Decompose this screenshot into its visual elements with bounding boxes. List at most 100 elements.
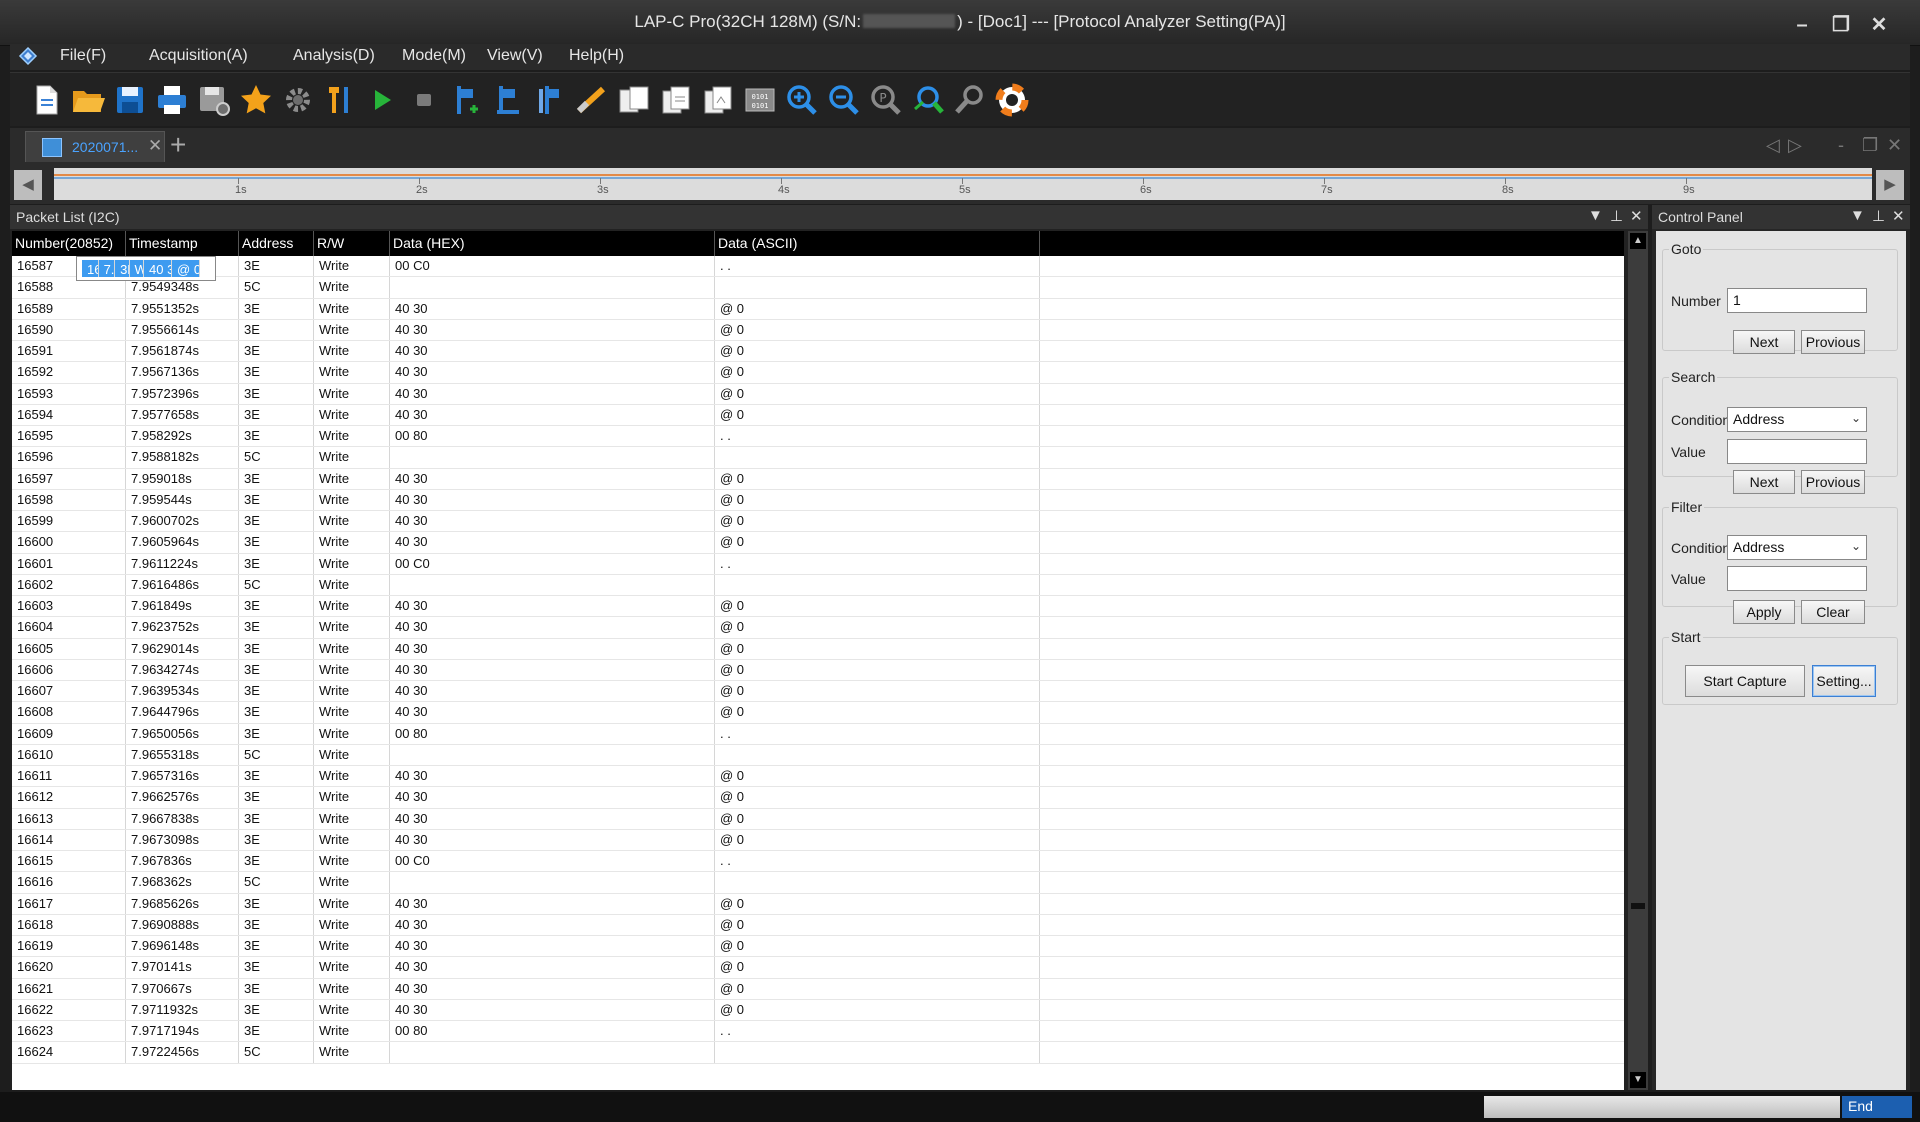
timeline-right-arrow-icon[interactable]: ▶ [1876,170,1904,200]
print-icon[interactable] [153,81,191,119]
vertical-scrollbar[interactable]: ▲ ▼ [1628,231,1648,1090]
save-settings-icon[interactable] [195,81,233,119]
restore-button[interactable]: ❐ [1826,14,1856,36]
table-row[interactable]: 16616 7.968362s 5C Write [12,872,1624,894]
filter-value-input[interactable] [1727,566,1867,591]
scroll-thumb[interactable] [1631,903,1645,909]
tab-scroll-right-icon[interactable]: ▷ [1788,135,1802,156]
table-row[interactable]: 16606 7.9634274s 3E Write 40 30 @ 0 [12,659,1624,681]
table-row[interactable]: 16601 7.9611224s 3E Write 00 C0. . [12,553,1624,575]
table-row[interactable]: 16623 7.9717194s 3E Write 00 80. . [12,1021,1624,1043]
table-row[interactable]: 16598 7.959544s 3E Write 40 30 @ 0 [12,489,1624,511]
probe-icon[interactable] [951,81,989,119]
search-zoom-icon[interactable] [909,81,947,119]
table-row[interactable]: 16600 7.9605964s 3E Write 40 30 @ 0 [12,532,1624,554]
table-row[interactable]: 16605 7.9629014s 3E Write 40 30 @ 0 [12,638,1624,660]
column-header-data-hex[interactable]: Data (HEX) [390,231,715,256]
copy-wave-icon[interactable] [615,81,653,119]
cp-pin-icon[interactable]: ⊥ [1872,207,1885,225]
open-folder-icon[interactable] [69,81,107,119]
tab-document[interactable]: 2020071... ✕ [25,131,165,162]
table-row[interactable]: 16622 7.9711932s 3E Write 40 30 @ 0 [12,999,1624,1021]
table-row[interactable]: 16589 7.9551352s 3E Write 40 30 @ 0 [12,298,1624,320]
panel-pin-icon[interactable]: ⊥ [1610,207,1623,225]
zoom-fit-icon[interactable]: P [867,81,905,119]
timeline-track[interactable]: 1s 2s 3s 4s 5s 6s 7s 8s 9s [54,168,1872,200]
column-header-address[interactable]: Address [239,231,314,256]
table-row[interactable]: 16610 7.9655318s 5C Write [12,744,1624,766]
table-row[interactable]: 16620 7.970141s 3E Write 40 30 @ 0 [12,957,1624,979]
filter-clear-button[interactable]: Clear [1801,600,1865,624]
table-row[interactable]: 16595 7.958292s 3E Write 00 80. . [12,426,1624,448]
table-row[interactable]: 16621 7.970667s 3E Write 40 30 @ 0 [12,978,1624,1000]
marker-add-icon[interactable] [447,81,485,119]
goto-number-input[interactable]: 1 [1727,288,1867,313]
table-row[interactable]: 16588 7.9549348s 5C Write [12,277,1624,299]
stop-icon[interactable] [405,81,443,119]
filter-condition-select[interactable]: Address ⌄ [1727,535,1867,560]
app-logo-icon[interactable] [18,46,38,66]
table-row[interactable]: 16607 7.9639534s 3E Write 40 30 @ 0 [12,681,1624,703]
goto-next-button[interactable]: Next [1733,330,1795,354]
table-row[interactable]: 16608 7.9644796s 3E Write 40 30 @ 0 [12,702,1624,724]
table-row[interactable]: 16590 7.9556614s 3E Write 40 30 @ 0 [12,319,1624,341]
doc-close-icon[interactable]: ✕ [1887,135,1902,156]
search-condition-select[interactable]: Address ⌄ [1727,407,1867,432]
doc-minimize-icon[interactable]: - [1838,135,1844,156]
tab-close-icon[interactable]: ✕ [148,136,162,156]
marker-left-icon[interactable] [489,81,527,119]
table-row[interactable]: 165877.9544086s3EWrite00 C0. . [12,256,1624,278]
table-row[interactable]: 16624 7.9722456s 5C Write [12,1042,1624,1064]
help-lifebuoy-icon[interactable] [993,81,1031,119]
table-row[interactable]: 16602 7.9616486s 5C Write [12,574,1624,596]
tab-scroll-left-icon[interactable]: ◁ [1766,135,1780,156]
zoom-in-icon[interactable] [783,81,821,119]
table-row[interactable]: 16593 7.9572396s 3E Write 40 30 @ 0 [12,383,1624,405]
start-capture-button[interactable]: Start Capture [1685,665,1805,697]
run-icon[interactable] [363,81,401,119]
settings-gear-icon[interactable] [279,81,317,119]
table-row[interactable]: 16617 7.9685626s 3E Write 40 30 @ 0 [12,893,1624,915]
panel-close-icon[interactable]: ✕ [1630,207,1643,225]
menu-acquisition[interactable]: Acquisition(A) [149,47,248,65]
menu-view[interactable]: View(V) [487,47,543,65]
close-button[interactable]: ✕ [1864,14,1894,36]
column-header-number[interactable]: Number(20852) [12,231,126,256]
marker-right-icon[interactable] [531,81,569,119]
menu-mode[interactable]: Mode(M) [402,47,466,65]
table-row[interactable]: 16609 7.9650056s 3E Write 00 80. . [12,723,1624,745]
binary-display-icon[interactable]: 0101 0101 [741,81,779,119]
paste-wave-icon[interactable] [657,81,695,119]
scroll-down-icon[interactable]: ▼ [1630,1072,1646,1088]
menu-analysis[interactable]: Analysis(D) [293,47,375,65]
tools-icon[interactable] [321,81,359,119]
setting-button[interactable]: Setting... [1812,665,1876,697]
save-icon[interactable] [111,81,149,119]
column-header-rw[interactable]: R/W [314,231,390,256]
table-row[interactable]: 16613 7.9667838s 3E Write 40 30 @ 0 [12,808,1624,830]
column-header-timestamp[interactable]: Timestamp [126,231,239,256]
table-row[interactable]: 16594 7.9577658s 3E Write 40 30 @ 0 [12,404,1624,426]
menu-help[interactable]: Help(H) [569,47,624,65]
zoom-out-icon[interactable] [825,81,863,119]
table-row[interactable]: 16596 7.9588182s 5C Write [12,447,1624,469]
new-file-icon[interactable] [27,81,65,119]
compare-wave-icon[interactable] [699,81,737,119]
table-row[interactable]: 16597 7.959018s 3E Write 40 30 @ 0 [12,468,1624,490]
table-row[interactable]: 16599 7.9600702s 3E Write 40 30 @ 0 [12,511,1624,533]
table-row[interactable]: 16603 7.961849s 3E Write 40 30 @ 0 [12,596,1624,618]
panel-menu-chevron-icon[interactable]: ▼ [1588,207,1603,224]
column-header-data-ascii[interactable]: Data (ASCII) [715,231,1040,256]
timeline-left-arrow-icon[interactable]: ◀ [14,170,42,200]
menu-file[interactable]: File(F) [60,47,106,65]
cp-menu-chevron-icon[interactable]: ▼ [1850,207,1865,224]
add-tab-icon[interactable]: + [170,130,186,160]
cp-close-icon[interactable]: ✕ [1892,207,1905,225]
table-row[interactable]: 16592 7.9567136s 3E Write 40 30 @ 0 [12,362,1624,384]
table-row[interactable]: 16604 7.9623752s 3E Write 40 30 @ 0 [12,617,1624,639]
favorite-star-icon[interactable] [237,81,275,119]
table-row[interactable]: 165867.9538824s3EWrite40 30@ 0 [76,256,216,281]
doc-restore-icon[interactable]: ❐ [1862,135,1878,156]
minimize-button[interactable]: – [1787,14,1817,36]
table-row[interactable]: 16618 7.9690888s 3E Write 40 30 @ 0 [12,914,1624,936]
